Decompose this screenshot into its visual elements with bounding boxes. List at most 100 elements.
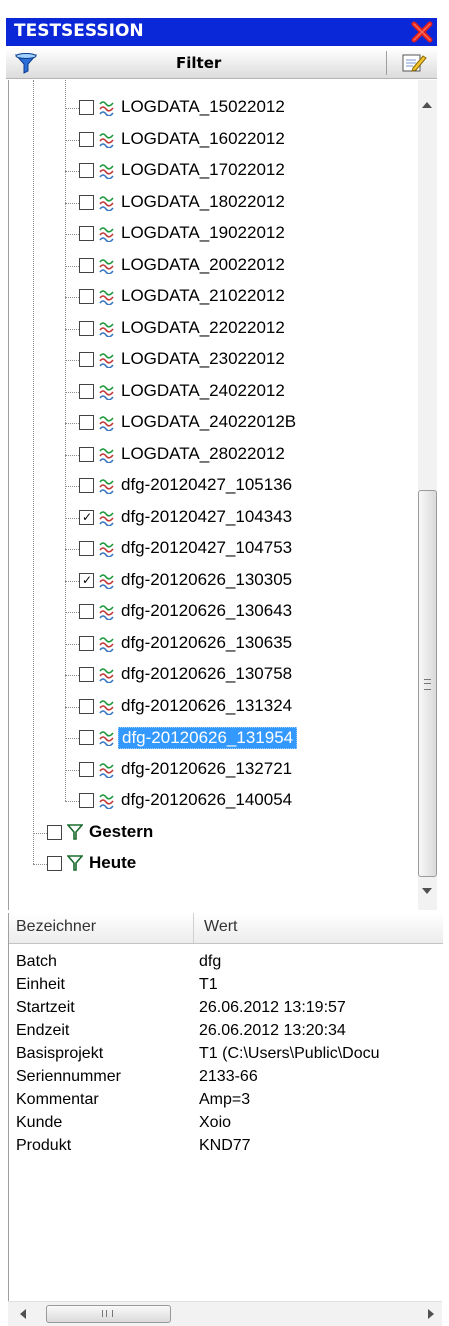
tree-item-checkbox[interactable] <box>79 163 94 178</box>
tree-item-label[interactable]: LOGDATA_18022012 <box>121 192 285 212</box>
tree-item[interactable]: dfg-20120626_130635 <box>9 630 419 660</box>
tree-item-label[interactable]: LOGDATA_19022012 <box>121 223 285 243</box>
tree-item-checkbox[interactable] <box>79 289 94 304</box>
column-header-value[interactable]: Wert <box>204 918 237 936</box>
property-row[interactable]: Batch dfg <box>9 953 443 975</box>
tree-item-checkbox[interactable]: ✓ <box>79 572 94 588</box>
tree-item-checkbox[interactable] <box>79 478 94 493</box>
tree-item[interactable]: dfg-20120626_140054 <box>9 787 419 817</box>
tree-item-label[interactable]: LOGDATA_17022012 <box>121 160 285 180</box>
edit-notepad-icon[interactable] <box>400 52 428 74</box>
tree-item-checkbox[interactable] <box>79 635 94 651</box>
tree-item[interactable]: LOGDATA_24022012B <box>9 409 419 439</box>
tree-item-label[interactable]: dfg-20120626_130635 <box>121 633 292 653</box>
tree-item-checkbox[interactable] <box>79 667 94 682</box>
tree-item[interactable]: LOGDATA_16022012 <box>9 126 419 156</box>
column-divider[interactable] <box>193 913 194 943</box>
tree-item-checkbox[interactable] <box>79 446 94 462</box>
tree-item-label[interactable]: dfg-20120427_104753 <box>121 538 292 558</box>
properties-horizontal-scrollbar[interactable] <box>8 1301 442 1326</box>
close-icon[interactable] <box>409 20 435 44</box>
filter-button[interactable]: Filter <box>176 54 221 72</box>
filter-funnel-icon[interactable] <box>14 52 40 74</box>
tree-item-label[interactable]: LOGDATA_24022012B <box>121 412 296 432</box>
tree-item[interactable]: LOGDATA_20022012 <box>9 252 419 282</box>
tree-item-checkbox[interactable] <box>79 131 94 147</box>
property-row[interactable]: Endzeit 26.06.2012 13:20:34 <box>9 1022 443 1044</box>
property-row[interactable]: Seriennummer 2133-66 <box>9 1068 443 1090</box>
tree-item-checkbox[interactable] <box>79 730 94 745</box>
tree-item-label[interactable]: LOGDATA_21022012 <box>121 286 285 306</box>
tree-item-label[interactable]: dfg-20120626_132721 <box>121 759 292 779</box>
tree-item[interactable]: ✓ dfg-20120427_104343 <box>9 504 419 534</box>
tree-item[interactable]: LOGDATA_24022012 <box>9 378 419 408</box>
tree-item-checkbox[interactable] <box>79 194 94 210</box>
tree-item-checkbox[interactable] <box>79 383 94 399</box>
tree-item-checkbox[interactable]: ✓ <box>79 509 94 525</box>
tree-item[interactable]: dfg-20120626_131324 <box>9 693 419 723</box>
tree-item[interactable]: LOGDATA_18022012 <box>9 189 419 219</box>
tree-item[interactable]: LOGDATA_19022012 <box>9 220 419 250</box>
property-row[interactable]: Kunde Xoio <box>9 1114 443 1136</box>
tree-item-label[interactable]: LOGDATA_28022012 <box>121 444 285 464</box>
tree-item[interactable]: dfg-20120626_131954 <box>9 724 419 754</box>
tree-item[interactable]: dfg-20120626_130643 <box>9 598 419 628</box>
tree-item-checkbox[interactable] <box>79 698 94 714</box>
tree-item-label[interactable]: LOGDATA_15022012 <box>121 97 285 117</box>
tree-item-label[interactable]: dfg-20120626_140054 <box>121 790 292 810</box>
tree-item[interactable]: dfg-20120626_132721 <box>9 756 419 786</box>
tree-item[interactable]: LOGDATA_23022012 <box>9 346 419 376</box>
tree-item-label[interactable]: Heute <box>89 853 136 873</box>
tree-item[interactable]: LOGDATA_15022012 <box>9 94 419 124</box>
tree-item-label[interactable]: dfg-20120626_130643 <box>121 601 292 621</box>
tree-item-label[interactable]: dfg-20120626_130758 <box>121 664 292 684</box>
tree-item[interactable]: dfg-20120427_104753 <box>9 535 419 565</box>
tree-item-label[interactable]: dfg-20120427_104343 <box>121 507 292 527</box>
tree-item-label[interactable]: dfg-20120427_105136 <box>121 475 292 495</box>
property-row[interactable]: Basisprojekt T1 (C:\Users\Public\Docu <box>9 1045 443 1067</box>
tree-item[interactable]: ✓ dfg-20120626_130305 <box>9 567 419 597</box>
tree-item-label[interactable]: LOGDATA_20022012 <box>121 255 285 275</box>
scroll-right-icon[interactable] <box>428 1309 434 1319</box>
tree-item[interactable]: LOGDATA_17022012 <box>9 157 419 187</box>
tree-item-label[interactable]: dfg-20120626_131954 <box>118 727 298 749</box>
tree-item-checkbox[interactable] <box>79 604 94 619</box>
tree-item-label[interactable]: LOGDATA_23022012 <box>121 349 285 369</box>
tree-item-checkbox[interactable] <box>79 320 94 336</box>
tree-item[interactable]: dfg-20120427_105136 <box>9 472 419 502</box>
scroll-up-icon[interactable] <box>422 102 432 108</box>
tree-item-label[interactable]: LOGDATA_22022012 <box>121 318 285 338</box>
tree-item-checkbox[interactable] <box>79 352 94 367</box>
tree-item-checkbox[interactable] <box>79 100 94 115</box>
tree-item-checkbox[interactable] <box>79 415 94 430</box>
tree-item-checkbox[interactable] <box>79 257 94 273</box>
tree-item-label[interactable]: LOGDATA_24022012 <box>121 381 285 401</box>
tree-vertical-scrollbar[interactable] <box>418 80 437 910</box>
tree-item[interactable]: LOGDATA_21022012 <box>9 283 419 313</box>
property-row[interactable]: Startzeit 26.06.2012 13:19:57 <box>9 999 443 1021</box>
tree-item-checkbox[interactable] <box>79 541 94 556</box>
column-header-name[interactable]: Bezeichner <box>16 918 96 936</box>
horizontal-scrollbar-thumb[interactable] <box>46 1305 171 1323</box>
property-row[interactable]: Produkt KND77 <box>9 1137 443 1159</box>
property-row[interactable]: Kommentar Amp=3 <box>9 1091 443 1113</box>
scroll-left-icon[interactable] <box>20 1309 26 1319</box>
tree-item-checkbox[interactable] <box>47 856 62 871</box>
scrollbar-thumb[interactable] <box>418 490 437 877</box>
tree-group-node[interactable]: Heute <box>9 850 419 880</box>
tree-item-label[interactable]: LOGDATA_16022012 <box>121 129 285 149</box>
tree-item-checkbox[interactable] <box>47 824 62 840</box>
session-tree[interactable]: LOGDATA_15022012 LOGDATA_16022012 LOGDATA_… <box>8 80 419 910</box>
tree-item[interactable]: LOGDATA_28022012 <box>9 441 419 471</box>
tree-group-node[interactable]: Gestern <box>9 819 419 849</box>
property-row[interactable]: Einheit T1 <box>9 976 443 998</box>
scroll-down-icon[interactable] <box>422 888 432 894</box>
tree-item-checkbox[interactable] <box>79 226 94 241</box>
tree-item-label[interactable]: Gestern <box>89 822 153 842</box>
tree-item-label[interactable]: dfg-20120626_131324 <box>121 696 292 716</box>
tree-item[interactable]: dfg-20120626_130758 <box>9 661 419 691</box>
tree-item-checkbox[interactable] <box>79 793 94 808</box>
tree-item-checkbox[interactable] <box>79 761 94 777</box>
tree-item-label[interactable]: dfg-20120626_130305 <box>121 570 292 590</box>
tree-item[interactable]: LOGDATA_22022012 <box>9 315 419 345</box>
